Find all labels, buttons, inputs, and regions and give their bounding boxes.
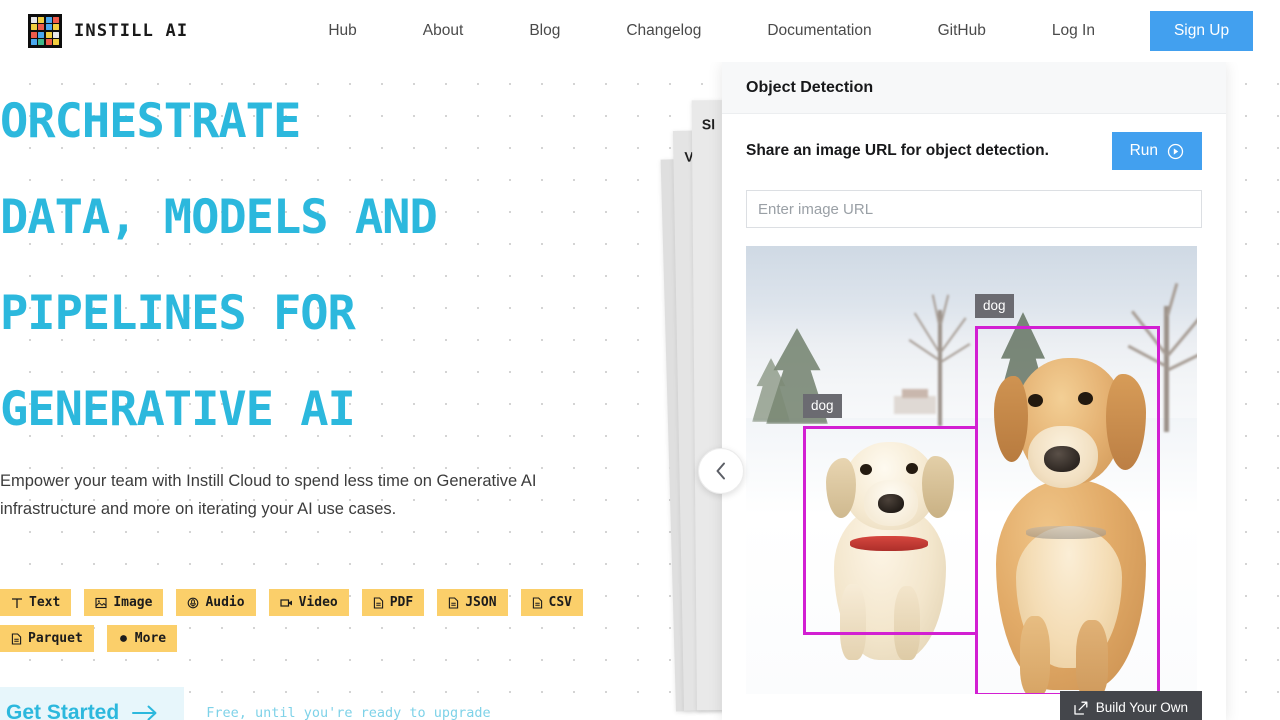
tag-more[interactable]: More — [106, 625, 178, 652]
nav-link-changelog[interactable]: Changelog — [593, 22, 734, 40]
panel-title: Object Detection — [746, 78, 874, 96]
tag-label: Parquet — [28, 631, 83, 646]
hero-subheadline: Empower your team with Instill Cloud to … — [0, 472, 537, 518]
tag-label: Text — [29, 595, 61, 610]
build-your-own-label: Build Your Own — [1095, 700, 1188, 715]
tag-label: JSON — [465, 595, 497, 610]
bounding-box-label-dog-2: dog — [975, 294, 1014, 318]
tag-label: CSV — [548, 595, 573, 610]
hero-section: ORCHESTRATE DATA, MODELS AND PIPELINES F… — [0, 62, 720, 720]
file-icon — [373, 596, 383, 609]
tag-label: PDF — [389, 595, 414, 610]
detection-result-image: dog dog — [746, 246, 1197, 694]
tag-video[interactable]: Video — [268, 589, 349, 616]
tag-label: Image — [113, 595, 153, 610]
get-started-label: Get Started — [6, 701, 120, 720]
build-your-own-button[interactable]: Build Your Own — [1059, 691, 1202, 720]
tag-pdf[interactable]: PDF — [361, 589, 425, 616]
modality-tag-list: Text Image Audio Video PDF JSON CSV Parq… — [0, 589, 600, 652]
file-icon — [11, 632, 22, 645]
bounding-box-dog-2 — [975, 326, 1160, 694]
image-icon — [95, 597, 107, 608]
nav-link-about[interactable]: About — [390, 22, 497, 40]
brand-name: INSTILL AI — [74, 21, 189, 41]
tag-image[interactable]: Image — [84, 589, 164, 616]
external-link-icon — [1074, 701, 1088, 715]
prompt-row: Share an image URL for object detection.… — [746, 132, 1202, 170]
tag-text[interactable]: Text — [0, 589, 72, 616]
nav-link-github[interactable]: GitHub — [905, 22, 1019, 40]
tag-label: Audio — [205, 595, 245, 610]
video-icon — [279, 598, 292, 607]
tag-label: Video — [298, 595, 338, 610]
arrow-right-icon — [132, 705, 157, 720]
nav-link-login[interactable]: Log In — [1019, 22, 1128, 40]
tag-json[interactable]: JSON — [437, 589, 508, 616]
image-url-input[interactable] — [746, 190, 1202, 228]
get-started-button[interactable]: Get Started — [0, 687, 185, 720]
top-navbar: INSTILL AI Hub About Blog Changelog Docu… — [0, 0, 1280, 62]
collapse-panel-button[interactable] — [698, 448, 744, 494]
text-format-icon — [12, 597, 22, 608]
free-note: Free, until you're ready to upgrade — [206, 705, 491, 720]
tag-audio[interactable]: Audio — [176, 589, 256, 616]
panel-prompt: Share an image URL for object detection. — [746, 142, 1049, 159]
run-button[interactable]: Run — [1111, 132, 1202, 170]
bounding-box-dog-1 — [803, 426, 978, 635]
play-circle-icon — [1167, 143, 1184, 159]
tag-label: More — [134, 631, 167, 646]
distant-building — [894, 396, 936, 414]
brand-logo-group[interactable]: INSTILL AI — [0, 14, 188, 48]
run-label: Run — [1129, 142, 1158, 159]
chevron-left-icon — [716, 462, 725, 480]
panel-header: Object Detection — [722, 62, 1226, 114]
file-icon — [449, 596, 459, 609]
instill-pixel-logo-icon — [28, 14, 62, 48]
hero-headline: ORCHESTRATE DATA, MODELS AND PIPELINES F… — [0, 94, 438, 437]
tag-csv[interactable]: CSV — [520, 589, 584, 616]
nav-link-hub[interactable]: Hub — [295, 22, 389, 40]
nav-link-blog[interactable]: Blog — [496, 22, 593, 40]
file-icon — [532, 596, 542, 609]
card-stack-peek-text-1: Sl — [701, 116, 716, 133]
dot-icon — [119, 635, 127, 642]
audio-icon — [188, 597, 199, 608]
object-detection-panel: Object Detection Share an image URL for … — [722, 62, 1226, 720]
nav-links: Hub About Blog Changelog Documentation G… — [295, 11, 1269, 51]
tag-parquet[interactable]: Parquet — [0, 625, 94, 652]
cta-row: Get Started Free, until you're ready to … — [0, 687, 491, 720]
sign-up-button[interactable]: Sign Up — [1149, 11, 1254, 51]
nav-link-documentation[interactable]: Documentation — [734, 22, 904, 40]
distant-building-roof — [902, 389, 928, 398]
bounding-box-label-dog-1: dog — [803, 394, 842, 418]
panel-body: Share an image URL for object detection.… — [722, 114, 1226, 720]
